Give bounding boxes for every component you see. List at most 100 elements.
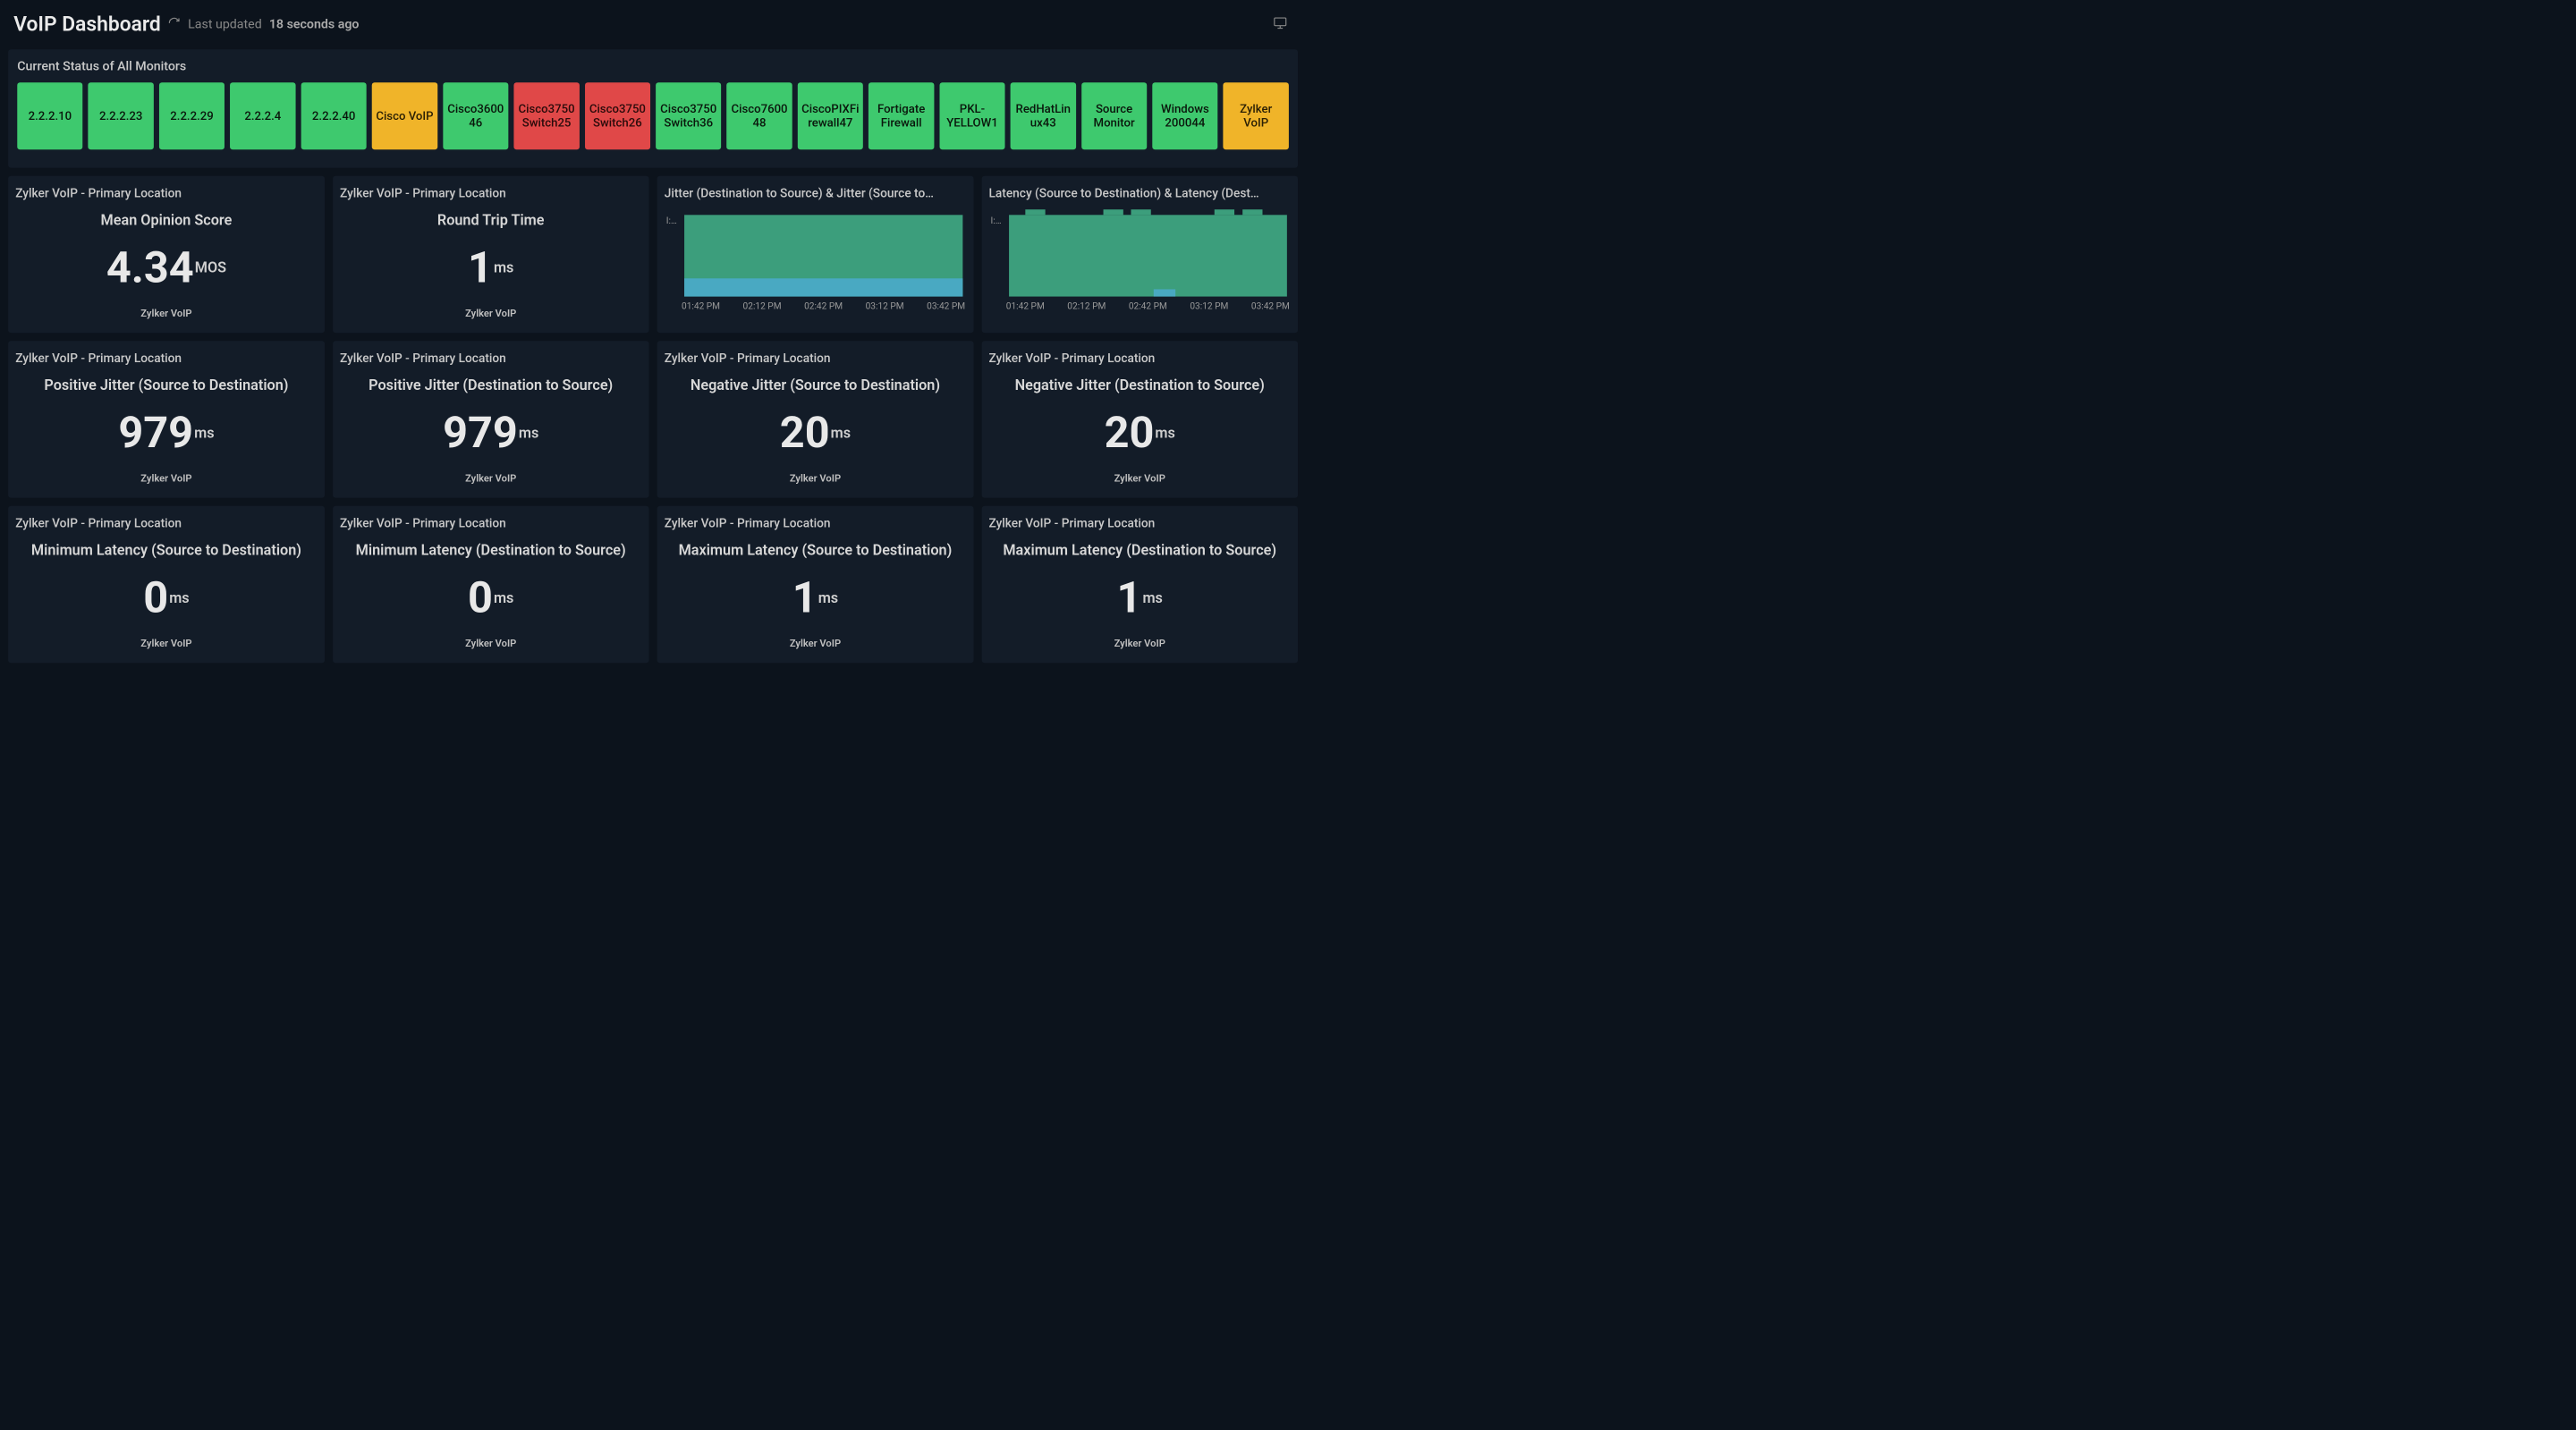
status-tile[interactable]: PKL-YELLOW1 (939, 82, 1004, 149)
card-header: Zylker VoIP - Primary Location (15, 186, 317, 200)
jitter-chart[interactable]: I:… (666, 215, 964, 296)
card-mos: Zylker VoIP - Primary Location Mean Opin… (8, 176, 325, 333)
status-panel-title: Current Status of All Monitors (17, 58, 1289, 73)
metric-value: 20 (780, 410, 830, 454)
metric-unit: MOS (195, 258, 226, 275)
metric-value: 979 (443, 410, 518, 454)
status-tile[interactable]: Windows 200044 (1152, 82, 1217, 149)
card-header: Jitter (Destination to Source) & Jitter … (665, 186, 966, 200)
card-header: Zylker VoIP - Primary Location (989, 351, 1291, 365)
metric-value-wrap: 1ms (340, 237, 641, 298)
last-updated-value: 18 seconds ago (269, 16, 360, 31)
status-tile[interactable]: Cisco760048 (726, 82, 792, 149)
metric-footer: Zylker VoIP (989, 638, 1291, 649)
metric-label: Mean Opinion Score (15, 211, 317, 228)
latency-chart[interactable]: I:… (991, 215, 1289, 296)
status-tile[interactable]: Cisco3750Switch26 (585, 82, 650, 149)
card-header: Zylker VoIP - Primary Location (15, 351, 317, 365)
card-header: Zylker VoIP - Primary Location (665, 351, 966, 365)
present-icon[interactable] (1273, 15, 1288, 32)
metric-label: Positive Jitter (Destination to Source) (340, 377, 641, 393)
metric-unit: ms (831, 424, 851, 441)
metric-unit: ms (169, 588, 189, 605)
card-header: Zylker VoIP - Primary Location (15, 516, 317, 530)
metric-value-wrap: 4.34MOS (15, 237, 317, 298)
metric-value: 979 (118, 410, 193, 454)
card-header: Zylker VoIP - Primary Location (340, 186, 641, 200)
metric-value: 4.34 (106, 246, 194, 290)
metric-footer: Zylker VoIP (989, 473, 1291, 485)
metric-value: 20 (1105, 410, 1155, 454)
metric-value: 1 (1117, 576, 1142, 620)
metric-footer: Zylker VoIP (340, 638, 641, 649)
metric-label: Negative Jitter (Destination to Source) (989, 377, 1291, 393)
status-tile[interactable]: 2.2.2.23 (89, 82, 154, 149)
status-tile[interactable]: Cisco VoIP (372, 82, 437, 149)
card-header: Zylker VoIP - Primary Location (340, 516, 641, 530)
status-tile[interactable]: Cisco360046 (443, 82, 508, 149)
status-tile[interactable]: Source Monitor (1081, 82, 1147, 149)
card-maxlat-sd: Zylker VoIP - Primary Location Maximum L… (657, 506, 974, 663)
status-tile[interactable]: 2.2.2.4 (230, 82, 295, 149)
page-title: VoIP Dashboard (13, 12, 161, 36)
card-pj-sd: Zylker VoIP - Primary Location Positive … (8, 341, 325, 497)
series-latency-sd-peaks (1009, 209, 1287, 215)
page-header: VoIP Dashboard Last updated 18 seconds a… (8, 9, 1298, 38)
card-header: Latency (Source to Destination) & Latenc… (989, 186, 1291, 200)
metric-footer: Zylker VoIP (15, 308, 317, 319)
metric-unit: ms (194, 424, 214, 441)
refresh-icon[interactable] (168, 17, 181, 31)
status-panel: Current Status of All Monitors 2.2.2.102… (8, 49, 1298, 167)
status-tile[interactable]: Cisco3750Switch36 (656, 82, 721, 149)
status-tile[interactable]: Fortigate Firewall (869, 82, 934, 149)
card-header: Zylker VoIP - Primary Location (665, 516, 966, 530)
series-jitter-ds (684, 279, 962, 297)
metric-unit: ms (494, 588, 513, 605)
chart-x-labels: 01:42 PM02:12 PM02:42 PM03:12 PM03:42 PM (665, 297, 966, 311)
metric-footer: Zylker VoIP (340, 473, 641, 485)
last-updated-label: Last updated (188, 16, 262, 31)
card-header: Zylker VoIP - Primary Location (340, 351, 641, 365)
card-minlat-sd: Zylker VoIP - Primary Location Minimum L… (8, 506, 325, 663)
metric-footer: Zylker VoIP (665, 473, 966, 485)
card-latency-chart: Latency (Source to Destination) & Latenc… (981, 176, 1298, 333)
y-axis-truncated: I:… (991, 215, 1002, 225)
metric-unit: ms (1142, 588, 1162, 605)
metric-unit: ms (818, 588, 838, 605)
card-nj-sd: Zylker VoIP - Primary Location Negative … (657, 341, 974, 497)
metric-value: 0 (143, 576, 168, 620)
status-tile[interactable]: 2.2.2.29 (159, 82, 225, 149)
card-jitter-chart: Jitter (Destination to Source) & Jitter … (657, 176, 974, 333)
card-nj-ds: Zylker VoIP - Primary Location Negative … (981, 341, 1298, 497)
card-maxlat-ds: Zylker VoIP - Primary Location Maximum L… (981, 506, 1298, 663)
metric-label: Negative Jitter (Source to Destination) (665, 377, 966, 393)
status-tile[interactable]: RedHatLinux43 (1011, 82, 1076, 149)
y-axis-truncated: I:… (666, 215, 677, 225)
metric-value: 1 (468, 246, 493, 290)
metric-unit: ms (494, 258, 513, 275)
metric-footer: Zylker VoIP (340, 308, 641, 319)
card-pj-ds: Zylker VoIP - Primary Location Positive … (333, 341, 649, 497)
metric-label: Positive Jitter (Source to Destination) (15, 377, 317, 393)
card-rtt: Zylker VoIP - Primary Location Round Tri… (333, 176, 649, 333)
metric-value: 1 (792, 576, 818, 620)
series-latency-sd (1009, 215, 1287, 296)
status-tile[interactable]: Zylker VoIP (1224, 82, 1289, 149)
metric-unit: ms (519, 424, 538, 441)
status-tile[interactable]: 2.2.2.10 (17, 82, 82, 149)
card-header: Zylker VoIP - Primary Location (989, 516, 1291, 530)
metric-footer: Zylker VoIP (665, 638, 966, 649)
metric-footer: Zylker VoIP (15, 638, 317, 649)
status-tile[interactable]: Cisco3750Switch25 (513, 82, 579, 149)
metric-label: Maximum Latency (Source to Destination) (665, 541, 966, 558)
metric-unit: ms (1155, 424, 1174, 441)
metric-label: Maximum Latency (Destination to Source) (989, 541, 1291, 558)
status-row: 2.2.2.102.2.2.232.2.2.292.2.2.42.2.2.40C… (17, 82, 1289, 149)
metric-value: 0 (468, 576, 493, 620)
series-latency-ds-spike (1154, 289, 1175, 296)
chart-x-labels: 01:42 PM02:12 PM02:42 PM03:12 PM03:42 PM (989, 297, 1291, 311)
status-tile[interactable]: 2.2.2.40 (301, 82, 367, 149)
metric-label: Minimum Latency (Destination to Source) (340, 541, 641, 558)
status-tile[interactable]: CiscoPIXFirewall47 (798, 82, 863, 149)
card-minlat-ds: Zylker VoIP - Primary Location Minimum L… (333, 506, 649, 663)
